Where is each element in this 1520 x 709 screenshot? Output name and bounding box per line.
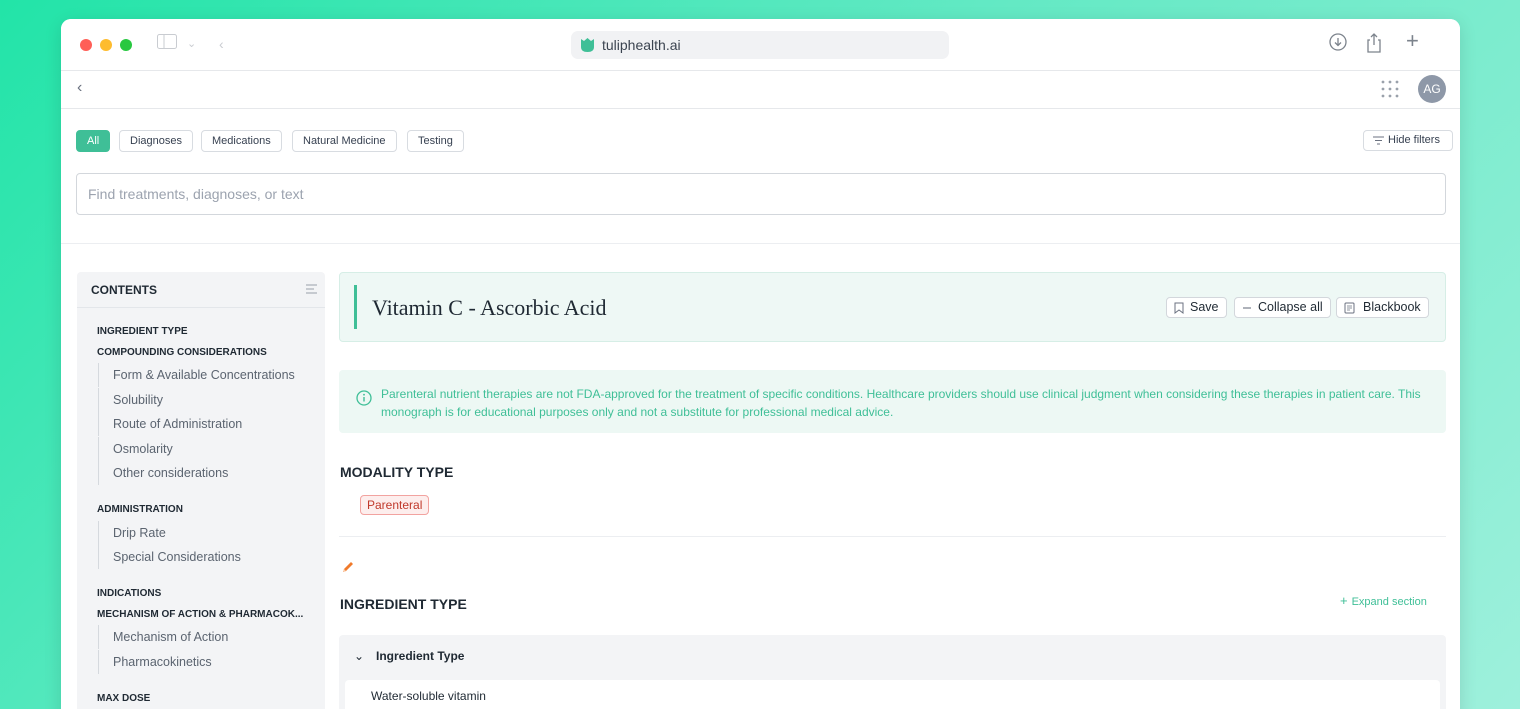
browser-window: ⌄ ‹ tuliphealth.ai + ‹ AG All Diagnoses … xyxy=(61,19,1460,709)
disclaimer-text: Parenteral nutrient therapies are not FD… xyxy=(381,387,1421,419)
filter-chip-natural-medicine[interactable]: Natural Medicine xyxy=(292,130,397,152)
ingredient-type-heading: INGREDIENT TYPE xyxy=(340,596,467,612)
browser-titlebar: ⌄ ‹ tuliphealth.ai + xyxy=(61,19,1460,71)
apps-grid-icon[interactable] xyxy=(1379,78,1401,100)
chevron-left-icon[interactable]: ‹ xyxy=(77,79,82,97)
sidebar-item-special-considerations[interactable]: Special Considerations xyxy=(98,545,241,569)
filter-chip-diagnoses[interactable]: Diagnoses xyxy=(119,130,193,152)
contents-header: CONTENTS xyxy=(77,272,325,308)
ingredient-type-accordion: ⌄ Ingredient Type Water-soluble vitamin xyxy=(339,635,1446,709)
hide-filters-button[interactable]: Hide filters xyxy=(1363,130,1453,151)
hide-filters-label: Hide filters xyxy=(1388,134,1440,146)
book-icon xyxy=(1344,302,1355,314)
filter-icon xyxy=(1373,136,1384,145)
contents-sidebar: CONTENTS INGREDIENT TYPE COMPOUNDING CON… xyxy=(77,272,325,709)
contents-title: CONTENTS xyxy=(91,283,157,297)
minimize-window-button[interactable] xyxy=(100,39,112,51)
chevron-down-icon[interactable]: ⌄ xyxy=(187,34,196,54)
filter-chip-medications[interactable]: Medications xyxy=(201,130,282,152)
info-icon xyxy=(356,390,372,406)
monograph-title-card: Vitamin C - Ascorbic Acid Save Collapse … xyxy=(339,272,1446,342)
blackbook-label: Blackbook xyxy=(1363,300,1421,314)
sidebar-item-drip-rate[interactable]: Drip Rate xyxy=(98,521,166,545)
sidebar-section-administration[interactable]: ADMINISTRATION xyxy=(97,504,183,515)
plus-icon: + xyxy=(1340,593,1348,608)
filter-chip-all[interactable]: All xyxy=(76,130,111,152)
save-label: Save xyxy=(1190,300,1219,314)
share-icon[interactable] xyxy=(1366,33,1382,59)
accordion-body: Water-soluble vitamin xyxy=(345,680,1440,709)
app-header: ‹ AG xyxy=(61,71,1460,109)
new-tab-icon[interactable]: + xyxy=(1406,30,1419,52)
accordion-title[interactable]: Ingredient Type xyxy=(376,649,464,663)
sidebar-section-compounding[interactable]: COMPOUNDING CONSIDERATIONS xyxy=(97,347,267,358)
collapse-icon xyxy=(1243,307,1251,309)
sidebar-section-indications[interactable]: INDICATIONS xyxy=(97,588,161,599)
zoom-window-button[interactable] xyxy=(120,39,132,51)
collapse-all-label: Collapse all xyxy=(1258,300,1323,314)
sidebar-section-ingredient-type[interactable]: INGREDIENT TYPE xyxy=(97,326,188,337)
search-input[interactable]: Find treatments, diagnoses, or text xyxy=(76,173,1446,215)
sidebar-toggle-icon[interactable] xyxy=(157,34,177,54)
modality-badge: Parenteral xyxy=(360,495,430,515)
close-window-button[interactable] xyxy=(80,39,92,51)
bookmark-icon xyxy=(1174,302,1184,314)
save-button[interactable]: Save xyxy=(1166,297,1227,318)
sidebar-section-max-dose[interactable]: MAX DOSE xyxy=(97,693,150,704)
sidebar-item-osmolarity[interactable]: Osmolarity xyxy=(98,437,173,461)
sidebar-item-mechanism-of-action[interactable]: Mechanism of Action xyxy=(98,625,228,649)
sidebar-item-form-concentrations[interactable]: Form & Available Concentrations xyxy=(98,363,295,387)
back-icon[interactable]: ‹ xyxy=(219,34,224,54)
sidebar-section-mechanism[interactable]: MECHANISM OF ACTION & PHARMACOK... xyxy=(97,609,303,620)
disclaimer-notice: Parenteral nutrient therapies are not FD… xyxy=(339,370,1446,433)
address-bar[interactable]: tuliphealth.ai xyxy=(571,31,949,59)
collapse-all-button[interactable]: Collapse all xyxy=(1234,297,1331,318)
tulip-logo-icon xyxy=(581,38,594,52)
chevron-down-icon[interactable]: ⌄ xyxy=(354,649,364,663)
avatar[interactable]: AG xyxy=(1418,75,1446,103)
page-title: Vitamin C - Ascorbic Acid xyxy=(372,295,607,320)
sidebar-item-solubility[interactable]: Solubility xyxy=(98,388,163,412)
sidebar-item-other-considerations[interactable]: Other considerations xyxy=(98,461,228,485)
download-icon[interactable] xyxy=(1329,33,1347,57)
pencil-icon[interactable] xyxy=(341,560,355,574)
expand-section-button[interactable]: + Expand section xyxy=(1340,593,1427,608)
url-text: tuliphealth.ai xyxy=(602,37,681,53)
section-divider xyxy=(339,536,1446,537)
title-accent-bar xyxy=(354,285,357,329)
sidebar-item-pharmacokinetics[interactable]: Pharmacokinetics xyxy=(98,650,212,674)
expand-section-label: Expand section xyxy=(1351,596,1427,608)
blackbook-button[interactable]: Blackbook xyxy=(1336,297,1429,318)
modality-heading: MODALITY TYPE xyxy=(340,464,454,480)
accordion-body-text: Water-soluble vitamin xyxy=(371,689,486,703)
menu-icon[interactable] xyxy=(306,284,317,294)
sidebar-item-route[interactable]: Route of Administration xyxy=(98,412,242,436)
filter-chip-testing[interactable]: Testing xyxy=(407,130,464,152)
divider xyxy=(61,243,1460,244)
